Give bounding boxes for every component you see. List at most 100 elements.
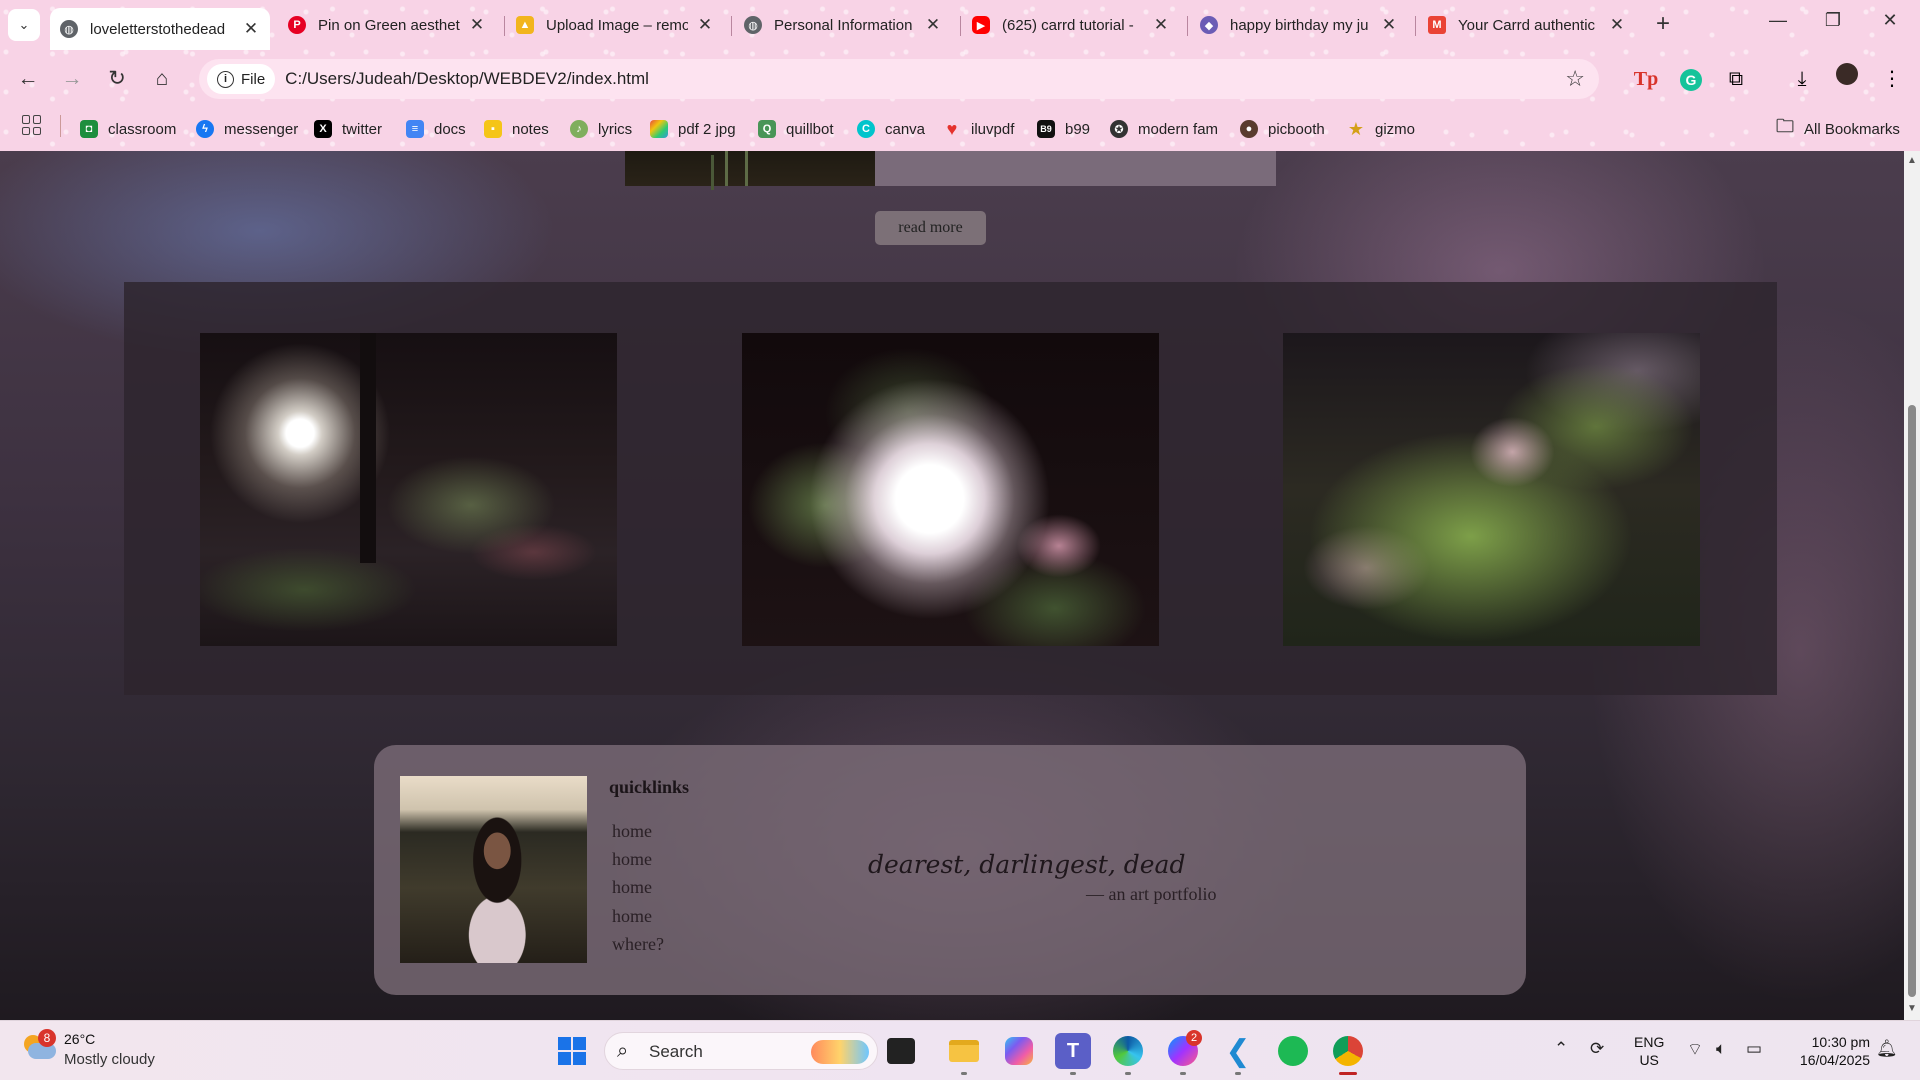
tab-separator (1187, 16, 1188, 36)
close-icon[interactable]: ✕ (1152, 15, 1170, 35)
minimize-button[interactable]: — (1755, 10, 1801, 31)
tab-separator (1415, 16, 1416, 36)
bookmark-classroom[interactable]: ◘ classroom (80, 115, 176, 143)
quicklink-where[interactable]: where? (612, 934, 664, 955)
sync-icon[interactable]: ⟳ (1590, 1039, 1604, 1059)
taskbar-search[interactable]: ⌕ Search (604, 1032, 878, 1070)
close-icon[interactable]: ✕ (696, 15, 714, 35)
bookmark-canva[interactable]: C canva (857, 115, 925, 143)
grammarly-icon[interactable]: G (1675, 63, 1707, 95)
portrait-photo (400, 776, 587, 963)
app-icon: ◆ (1200, 16, 1218, 34)
copilot-icon[interactable] (1001, 1033, 1037, 1069)
task-view-icon[interactable] (887, 1038, 915, 1064)
home-button[interactable]: ⌂ (146, 63, 178, 95)
bookmark-iluvpdf[interactable]: ♥ iluvpdf (943, 115, 1015, 143)
scroll-down-icon[interactable]: ▼ (1907, 1004, 1917, 1014)
teams-icon[interactable]: T (1055, 1033, 1091, 1069)
read-more-button[interactable]: read more (875, 211, 986, 245)
tab-youtube[interactable]: ▶ (625) carrd tutorial - ✕ (962, 8, 1180, 42)
more-menu-icon[interactable]: ⋮ (1876, 63, 1908, 95)
bookmark-twitter[interactable]: X twitter (314, 115, 382, 143)
weather-temperature[interactable]: 26°C (64, 1031, 95, 1047)
bookmark-messenger[interactable]: ϟ messenger (196, 115, 298, 143)
extensions-puzzle-icon[interactable]: ⧉ (1720, 63, 1752, 95)
scrollbar-thumb[interactable] (1908, 405, 1916, 997)
close-icon[interactable]: ✕ (924, 15, 942, 35)
close-icon[interactable]: ✕ (242, 19, 260, 39)
bookmark-label: gizmo (1375, 120, 1416, 138)
bookmark-modern-fam[interactable]: ✪ modern fam (1110, 115, 1218, 143)
tab-gmail[interactable]: M Your Carrd authentic ✕ (1418, 8, 1636, 42)
translate-extension-icon[interactable]: Tp (1630, 63, 1662, 95)
url-text[interactable]: C:/Users/Judeah/Desktop/WEBDEV2/index.ht… (285, 69, 649, 89)
text-card-partial (875, 151, 1276, 186)
lyrics-icon: ♪ (570, 120, 588, 138)
back-button[interactable]: ← (12, 63, 44, 95)
weather-description[interactable]: Mostly cloudy (64, 1051, 155, 1068)
tab-upload-image[interactable]: ▲ Upload Image – remo ✕ (506, 8, 724, 42)
forward-button[interactable]: → (56, 63, 88, 95)
scroll-up-icon[interactable]: ▲ (1907, 156, 1917, 166)
notification-bell-icon[interactable]: 🔔︎ (1876, 1039, 1898, 1059)
bookmark-gizmo[interactable]: ★ gizmo (1347, 115, 1415, 143)
clock-date: 16/04/2025 (1799, 1052, 1870, 1068)
tab-happy-birthday[interactable]: ◆ happy birthday my ju ✕ (1190, 8, 1408, 42)
tab-title: Pin on Green aesthet (318, 16, 460, 34)
vscode-icon[interactable]: ❮ (1220, 1033, 1256, 1069)
portfolio-tagline: dearest, darlingest, dead (868, 850, 1186, 879)
globe-icon: ◍ (60, 20, 78, 38)
wifi-icon[interactable]: ⌔ (1687, 1039, 1703, 1060)
chrome-icon[interactable] (1330, 1033, 1366, 1069)
quicklink-home[interactable]: home (612, 821, 652, 842)
file-explorer-icon[interactable] (946, 1033, 982, 1069)
tab-separator (731, 16, 732, 36)
bookmark-docs[interactable]: ≡ docs (406, 115, 466, 143)
bookmark-label: classroom (108, 120, 177, 138)
address-bar[interactable]: i File C:/Users/Judeah/Desktop/WEBDEV2/i… (199, 59, 1599, 99)
reload-button[interactable]: ↻ (101, 63, 133, 95)
windows-start-icon[interactable] (554, 1033, 590, 1069)
close-icon[interactable]: ✕ (1380, 15, 1398, 35)
bookmark-star-icon[interactable]: ☆ (1565, 66, 1585, 92)
bookmark-notes[interactable]: ▪ notes (484, 115, 549, 143)
windows-taskbar: 8 26°C Mostly cloudy ⌕ Search T 2 ❮ ⌃ ⟳ (0, 1020, 1920, 1080)
close-window-button[interactable]: ✕ (1867, 10, 1913, 31)
spotify-icon[interactable] (1275, 1033, 1311, 1069)
bookmark-picbooth[interactable]: ● picbooth (1240, 115, 1325, 143)
bookmark-quillbot[interactable]: Q quillbot (758, 115, 834, 143)
tab-pinterest[interactable]: P Pin on Green aesthet ✕ (278, 8, 496, 42)
battery-icon[interactable]: ▭ (1746, 1039, 1762, 1059)
close-icon[interactable]: ✕ (468, 15, 486, 35)
page-scrollbar[interactable]: ▲ ▼ (1904, 151, 1920, 1020)
running-indicator (1180, 1072, 1186, 1075)
classroom-icon: ◘ (80, 120, 98, 138)
show-hidden-icons-chevron-icon[interactable]: ⌃ (1554, 1039, 1568, 1059)
site-info-chip[interactable]: i File (207, 64, 276, 94)
all-bookmarks-button[interactable]: 🗀 All Bookmarks (1776, 115, 1900, 143)
volume-icon[interactable]: 🔈︎ (1716, 1039, 1726, 1059)
close-icon[interactable]: ✕ (1608, 15, 1626, 35)
docs-icon: ≡ (406, 120, 424, 138)
bookmark-lyrics[interactable]: ♪ lyrics (570, 115, 632, 143)
new-tab-button[interactable]: + (1648, 10, 1678, 40)
quicklinks-title: quicklinks (609, 777, 690, 797)
restore-button[interactable]: ❐ (1810, 10, 1856, 31)
reload-icon: ↻ (108, 67, 126, 90)
tab-search-button[interactable]: ⌄ (8, 9, 40, 41)
edge-icon[interactable] (1110, 1033, 1146, 1069)
system-clock[interactable]: 10:30 pm 16/04/2025 (1786, 1033, 1870, 1069)
tab-loveletters[interactable]: ◍ loveletterstothedead ✕ (50, 8, 270, 50)
bookmark-pdf-2-jpg[interactable]: pdf 2 jpg (650, 115, 736, 143)
gallery-photo-white-flower (742, 333, 1159, 646)
download-icon[interactable]: ⤓ (1786, 63, 1818, 95)
bookmark-b99[interactable]: B9 b99 (1037, 115, 1090, 143)
quicklink-home[interactable]: home (612, 906, 652, 927)
language-indicator[interactable]: ENG US (1634, 1033, 1664, 1069)
quicklink-home[interactable]: home (612, 849, 652, 870)
tab-personal-information[interactable]: ◍ Personal Information ✕ (734, 8, 952, 42)
quicklink-home[interactable]: home (612, 877, 652, 898)
youtube-icon: ▶ (972, 16, 990, 34)
profile-avatar[interactable] (1831, 63, 1863, 95)
globe-icon: ◍ (744, 16, 762, 34)
